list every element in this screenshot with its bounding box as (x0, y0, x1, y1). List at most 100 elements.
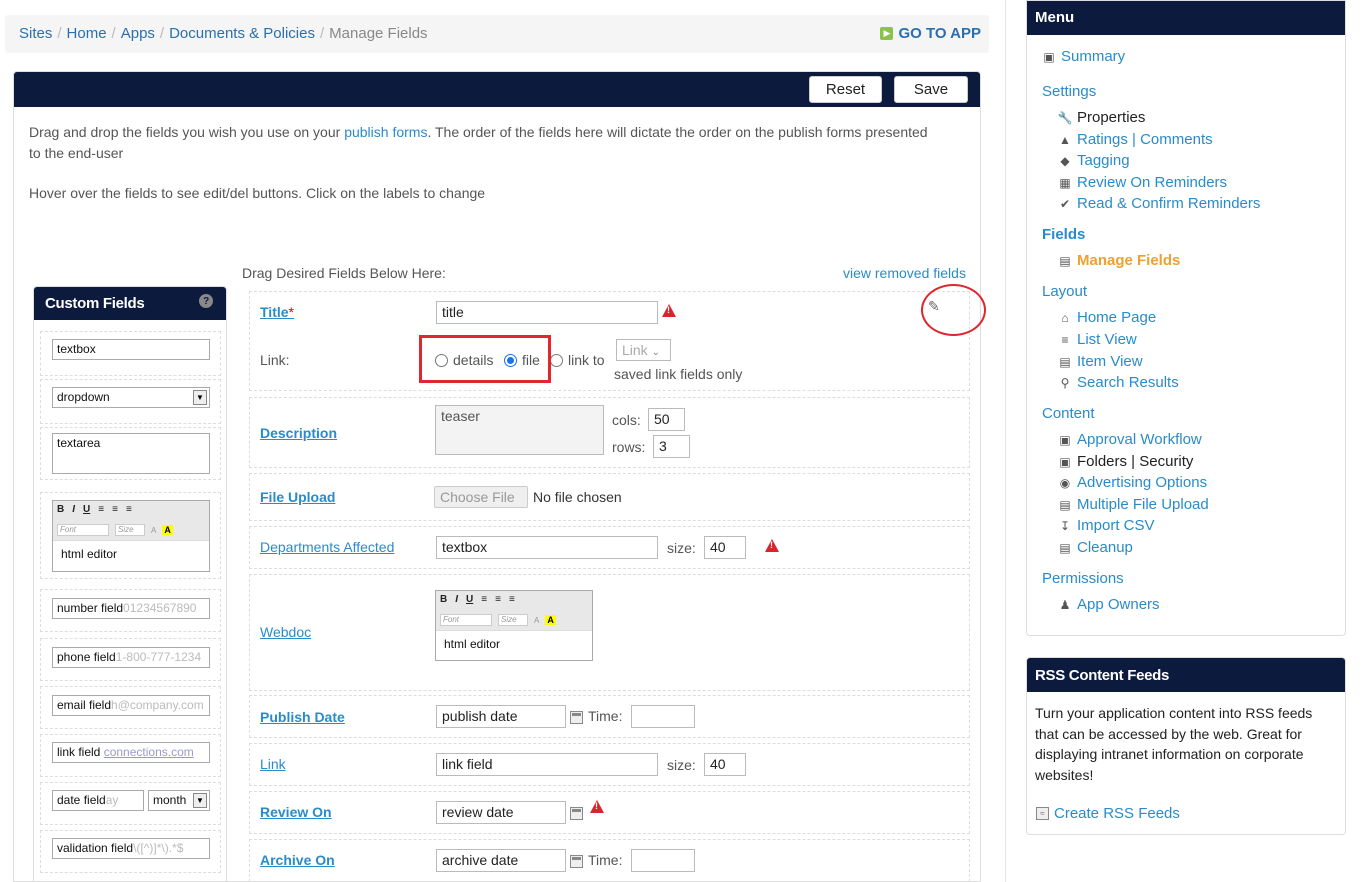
field-row-archive-on[interactable]: Archive On archive date Time: (249, 839, 970, 882)
menu-app-owners[interactable]: ♟ App Owners (1058, 596, 1160, 613)
link-select[interactable]: Link ⌄ (616, 339, 671, 361)
size-select[interactable]: Size (498, 614, 528, 626)
menu-tagging[interactable]: ◆ Tagging (1058, 152, 1129, 169)
warning-icon (765, 539, 779, 552)
menu-cleanup[interactable]: ▤ Cleanup (1058, 539, 1133, 556)
custom-field-html-editor[interactable]: B I U ≡ ≡ ≡ Font Size A A html editor (40, 492, 221, 579)
list-icon[interactable]: ≡ (481, 594, 487, 605)
phone-sample: phone field1-800-777-1234 (52, 647, 210, 668)
menu-advertising-options[interactable]: ◉ Advertising Options (1058, 474, 1207, 491)
description-field-label[interactable]: Description (260, 425, 337, 441)
validation-sample: validation field\([^)]*\).*$ (52, 838, 210, 859)
menu-folders-security[interactable]: ▣ Folders | Security (1058, 453, 1193, 470)
custom-field-dropdown[interactable]: dropdown ▼ (40, 379, 221, 424)
field-row-file-upload[interactable]: File Upload Choose File No file chosen (249, 473, 970, 521)
field-row-departments[interactable]: Departments Affected textbox size: 40 (249, 526, 970, 569)
field-row-link[interactable]: Link link field size: 40 (249, 743, 970, 786)
publish-date-field-label[interactable]: Publish Date (260, 709, 345, 725)
custom-field-number[interactable]: number field01234567890 (40, 589, 221, 632)
departments-field-label[interactable]: Departments Affected (260, 539, 394, 555)
calendar-icon[interactable] (570, 711, 583, 724)
custom-field-validation[interactable]: validation field\([^)]*\).*$ (40, 830, 221, 873)
italic-icon[interactable]: I (455, 594, 458, 605)
help-icon[interactable]: ? (199, 294, 213, 308)
font-select[interactable]: Font (440, 614, 492, 626)
departments-input[interactable]: textbox (436, 536, 658, 559)
custom-field-date[interactable]: date fielday month ▼ (40, 782, 221, 825)
webdoc-field-label[interactable]: Webdoc (260, 624, 311, 640)
calendar-icon[interactable] (570, 807, 583, 820)
description-textarea[interactable]: teaser (435, 405, 604, 455)
publish-time-input[interactable] (631, 705, 695, 728)
menu-list-view[interactable]: ≡ List View (1058, 331, 1136, 348)
text-color-icon[interactable]: A (534, 616, 539, 625)
bold-icon: B (57, 504, 65, 515)
review-on-field-label[interactable]: Review On (260, 804, 332, 820)
menu-review-reminders[interactable]: ▦ Review On Reminders (1058, 174, 1227, 191)
custom-field-phone[interactable]: phone field1-800-777-1234 (40, 638, 221, 681)
underline-icon[interactable]: U (466, 594, 473, 605)
editor-content[interactable]: html editor (436, 631, 592, 657)
webdoc-html-editor[interactable]: B I U ≡ ≡ ≡ Font Size A A html editor (435, 590, 593, 661)
link-size-input[interactable]: 40 (704, 753, 746, 776)
bold-icon[interactable]: B (440, 594, 447, 605)
menu-ratings-comments[interactable]: ▲ Ratings | Comments (1058, 131, 1213, 148)
archive-time-input[interactable] (631, 849, 695, 872)
menu-header: Menu (1027, 1, 1345, 35)
align-left-icon[interactable]: ≡ (495, 594, 501, 605)
archive-on-field-label[interactable]: Archive On (260, 852, 335, 868)
custom-field-email[interactable]: email fieldh@company.com (40, 686, 221, 729)
summary-icon: ▣ (1043, 49, 1055, 64)
link-input[interactable]: link field (436, 753, 658, 776)
go-to-app-link[interactable]: ▶ GO TO APP (880, 25, 981, 42)
breadcrumb-apps[interactable]: Apps (121, 25, 155, 42)
align-center-icon[interactable]: ≡ (509, 594, 515, 605)
radio-link-to[interactable] (550, 354, 563, 367)
menu-read-confirm[interactable]: ✔ Read & Confirm Reminders (1058, 195, 1260, 212)
create-rss-feeds-link[interactable]: ≈ Create RSS Feeds (1036, 805, 1180, 822)
field-row-title[interactable]: Title* title Link: details file link to … (249, 291, 970, 391)
field-row-webdoc[interactable]: Webdoc B I U ≡ ≡ ≡ Font Size A A html editor (249, 574, 970, 691)
editor-sample-text: html editor (61, 547, 118, 561)
breadcrumb-sites[interactable]: Sites (19, 25, 52, 42)
menu-home-page[interactable]: ⌂ Home Page (1058, 309, 1156, 326)
chevron-down-icon: ▼ (193, 793, 207, 808)
breadcrumb-documents[interactable]: Documents & Policies (169, 25, 315, 42)
file-upload-field-label[interactable]: File Upload (260, 489, 335, 505)
view-removed-fields-link[interactable]: view removed fields (843, 265, 966, 281)
calendar-icon[interactable] (570, 855, 583, 868)
highlight-icon[interactable]: A (545, 615, 556, 625)
choose-file-button[interactable]: Choose File (434, 486, 528, 508)
publish-forms-link[interactable]: publish forms (344, 124, 427, 140)
go-to-app-label: GO TO APP (898, 25, 981, 42)
files-icon: ▤ (1059, 497, 1071, 512)
save-button[interactable]: Save (894, 76, 968, 103)
breadcrumb-home[interactable]: Home (67, 25, 107, 42)
custom-field-textarea[interactable]: textarea (40, 427, 221, 480)
chevron-down-icon: ⌄ (651, 347, 660, 358)
menu-import-csv[interactable]: ↧ Import CSV (1058, 517, 1155, 534)
field-row-description[interactable]: Description teaser cols: 50 rows: 3 (249, 397, 970, 468)
menu-search-results[interactable]: ⚲ Search Results (1058, 374, 1179, 391)
menu-approval-workflow[interactable]: ▣ Approval Workflow (1058, 431, 1201, 448)
archive-date-input[interactable]: archive date (436, 849, 566, 872)
link-field-label[interactable]: Link (260, 756, 286, 772)
menu-section-permissions: Permissions (1042, 570, 1124, 587)
custom-field-link[interactable]: link field connections.com (40, 734, 221, 777)
review-date-input[interactable]: review date (436, 801, 566, 824)
cols-input[interactable]: 50 (648, 408, 685, 431)
publish-date-input[interactable]: publish date (436, 705, 566, 728)
menu-summary[interactable]: ▣ Summary (1042, 48, 1125, 65)
rows-input[interactable]: 3 (653, 435, 690, 458)
menu-manage-fields[interactable]: ▤ Manage Fields (1058, 252, 1180, 269)
departments-size-input[interactable]: 40 (704, 536, 746, 559)
menu-multiple-file-upload[interactable]: ▤ Multiple File Upload (1058, 496, 1208, 513)
reset-button[interactable]: Reset (809, 76, 882, 103)
field-row-review-on[interactable]: Review On review date (249, 791, 970, 834)
title-input[interactable]: title (436, 301, 658, 324)
menu-properties[interactable]: 🔧 Properties (1058, 109, 1146, 126)
field-row-publish-date[interactable]: Publish Date publish date Time: (249, 695, 970, 738)
custom-field-textbox[interactable]: textbox (40, 331, 221, 376)
menu-item-view[interactable]: ▤ Item View (1058, 353, 1142, 370)
title-field-label[interactable]: Title* (260, 304, 294, 320)
